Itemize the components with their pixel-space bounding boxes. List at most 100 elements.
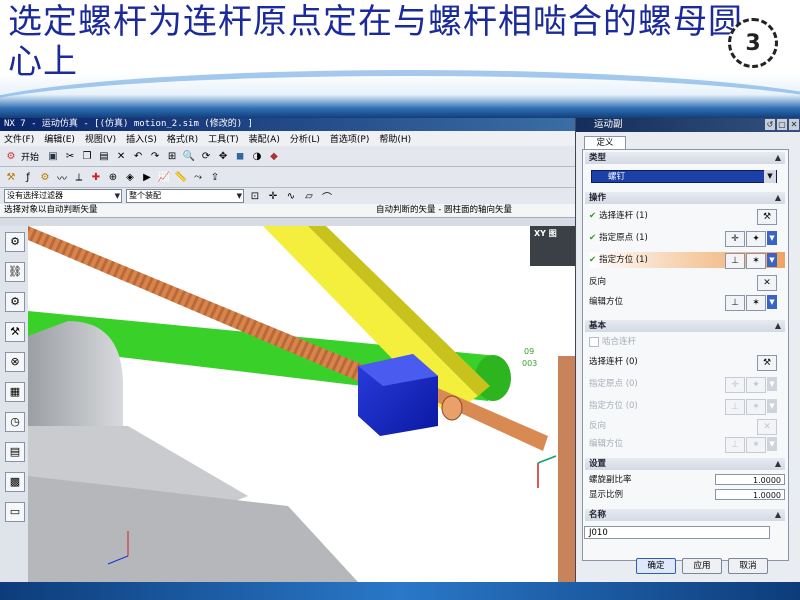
tab-definition[interactable]: 定义 [584,136,626,150]
delete-icon[interactable]: ✕ [114,149,128,163]
joint-name-input[interactable]: J010 [584,526,770,539]
action-group-header[interactable]: 操作 ▲ [585,192,785,204]
graph-icon[interactable]: 📈 [157,170,171,184]
shaded-view-icon[interactable]: ◼ [233,149,247,163]
type-filter-combo[interactable]: 没有选择过滤器 [4,189,122,203]
rotate-icon[interactable]: ⟳ [199,149,213,163]
inferred-csys-icon[interactable]: ✶ [746,253,766,269]
menu-edit[interactable]: 编辑(E) [44,132,75,145]
xy-graph-dialog[interactable]: XY 图 [530,226,575,266]
dialog-title-bar[interactable]: 运动副 ↺ ▢ ✕ [576,118,800,132]
roles-icon[interactable]: ▤ [5,442,25,462]
csys-dialog-icon[interactable]: ⊥ [725,399,745,415]
specify-orientation-base-row[interactable]: 指定方位 (0) ⊥ ✶ ▼ [589,398,785,415]
chevron-down-icon[interactable]: ▼ [767,295,777,309]
link-icon[interactable]: ⚒ [4,170,18,184]
copy-icon[interactable]: ❐ [80,149,94,163]
start-button[interactable]: 开始 [21,150,39,163]
menu-file[interactable]: 文件(F) [4,132,34,145]
navigator-icon[interactable]: ⚙ [5,232,25,252]
type-group-header[interactable]: 类型 ▲ [585,152,785,164]
orient-dialog-icon[interactable]: ⊥ [725,437,745,453]
base-bracket[interactable] [28,321,123,426]
trace-icon[interactable]: ⤳ [191,170,205,184]
snap-link-checkbox[interactable] [589,336,599,347]
vertical-post[interactable] [558,356,575,582]
color-icon[interactable]: ▩ [5,472,25,492]
orient-inferred-icon[interactable]: ✶ [746,437,766,453]
web-browser-icon[interactable]: ⊗ [5,352,25,372]
spring-icon[interactable]: 〰 [55,170,69,185]
base-group-header[interactable]: 基本 ▲ [585,320,785,332]
close-icon[interactable]: ✕ [789,119,799,130]
point-dialog-icon[interactable]: ✛ [725,377,745,393]
assembly-scope-combo[interactable]: 整个装配 [126,189,244,203]
curve-icon[interactable]: ∿ [284,189,298,203]
pan-icon[interactable]: ✥ [216,149,230,163]
joint-type-select[interactable]: 螺钉 [591,170,777,183]
reverse-direction-icon[interactable]: ✕ [757,275,777,291]
wireframe-icon[interactable]: ◑ [250,149,264,163]
chevron-down-icon[interactable]: ▼ [767,399,777,413]
orient-inferred-icon[interactable]: ✶ [746,295,766,311]
screw-ratio-input[interactable]: 1.0000 [715,474,785,485]
chevron-down-icon[interactable]: ▼ [767,253,777,267]
save-icon[interactable]: ▣ [46,149,60,163]
edit-orientation-row[interactable]: 编辑方位 ⊥ ✶ ▼ [589,294,785,311]
paste-icon[interactable]: ▤ [97,149,111,163]
specify-orientation-row[interactable]: ✔ 指定方位 (1) ⊥ ✶ ▼ [589,252,785,269]
constraint-icon[interactable]: ⊕ [106,170,120,184]
zoom-icon[interactable]: 🔍 [182,149,196,163]
marker-icon[interactable]: ✚ [89,170,103,184]
snap-icon[interactable]: ⊡ [248,189,262,203]
inferred-csys-icon[interactable]: ✶ [746,399,766,415]
point-icon[interactable]: ✛ [266,189,280,203]
apply-button[interactable]: 应用 [682,558,722,574]
export-icon[interactable]: ⇪ [208,170,222,184]
menu-insert[interactable]: 插入(S) [126,132,157,145]
measure-icon[interactable]: 📏 [174,170,188,184]
chevron-down-icon[interactable]: ▼ [767,437,777,451]
reverse-row[interactable]: 反向 ✕ [589,274,785,291]
edit-orientation-base-row[interactable]: 编辑方位 ⊥ ✶ ▼ [589,436,785,453]
undo-icon[interactable]: ↶ [131,149,145,163]
orient-dialog-icon[interactable]: ⊥ [725,295,745,311]
start-icon[interactable]: ⚙ [4,149,18,163]
coupler-icon[interactable]: ⟂ [72,170,86,184]
display-scale-input[interactable]: 1.0000 [715,489,785,500]
redo-icon[interactable]: ↷ [148,149,162,163]
function-icon[interactable]: ƒ [21,170,35,184]
name-group-header[interactable]: 名称 ▲ [585,509,785,521]
snap-link-row[interactable]: 啮合连杆 [589,334,785,350]
settings-group-header[interactable]: 设置 ▲ [585,458,785,470]
cancel-button[interactable]: 取消 [728,558,768,574]
menu-view[interactable]: 视图(V) [85,132,116,145]
3d-viewport[interactable]: 09 003 XY 图 [28,226,575,582]
reverse-base-row[interactable]: 反向 ✕ [589,418,785,435]
palette-icon[interactable]: ▦ [5,382,25,402]
history-icon[interactable]: ⚒ [5,322,25,342]
menu-preferences[interactable]: 首选项(P) [330,132,369,145]
reverse-direction-icon[interactable]: ✕ [757,419,777,435]
joint-icon[interactable]: ⚙ [38,170,52,184]
specify-origin-row[interactable]: ✔ 指定原点 (1) ✛ ✦ ▼ [589,230,785,247]
animation-icon[interactable]: ▶ [140,170,154,184]
select-link-row[interactable]: ✔ 选择连杆 (1) ⚒ [589,208,785,225]
link-select-icon[interactable]: ⚒ [757,209,777,225]
csys-dialog-icon[interactable]: ⊥ [725,253,745,269]
fit-icon[interactable]: ⊞ [165,149,179,163]
render-icon[interactable]: ◆ [267,149,281,163]
face-icon[interactable]: ▱ [302,189,316,203]
chevron-down-icon[interactable]: ▼ [767,231,777,245]
point-dialog-icon[interactable]: ✛ [725,231,745,247]
motion-navigator-icon[interactable]: ⛓ [5,262,25,282]
timer-icon[interactable]: ◷ [5,412,25,432]
solver-icon[interactable]: ◈ [123,170,137,184]
menu-analysis[interactable]: 分析(L) [290,132,320,145]
menu-assembly[interactable]: 装配(A) [249,132,280,145]
menu-tools[interactable]: 工具(T) [208,132,239,145]
menu-format[interactable]: 格式(R) [167,132,198,145]
edge-icon[interactable]: ⌒ [320,189,334,204]
menu-help[interactable]: 帮助(H) [379,132,411,145]
inferred-point-icon[interactable]: ✦ [746,231,766,247]
